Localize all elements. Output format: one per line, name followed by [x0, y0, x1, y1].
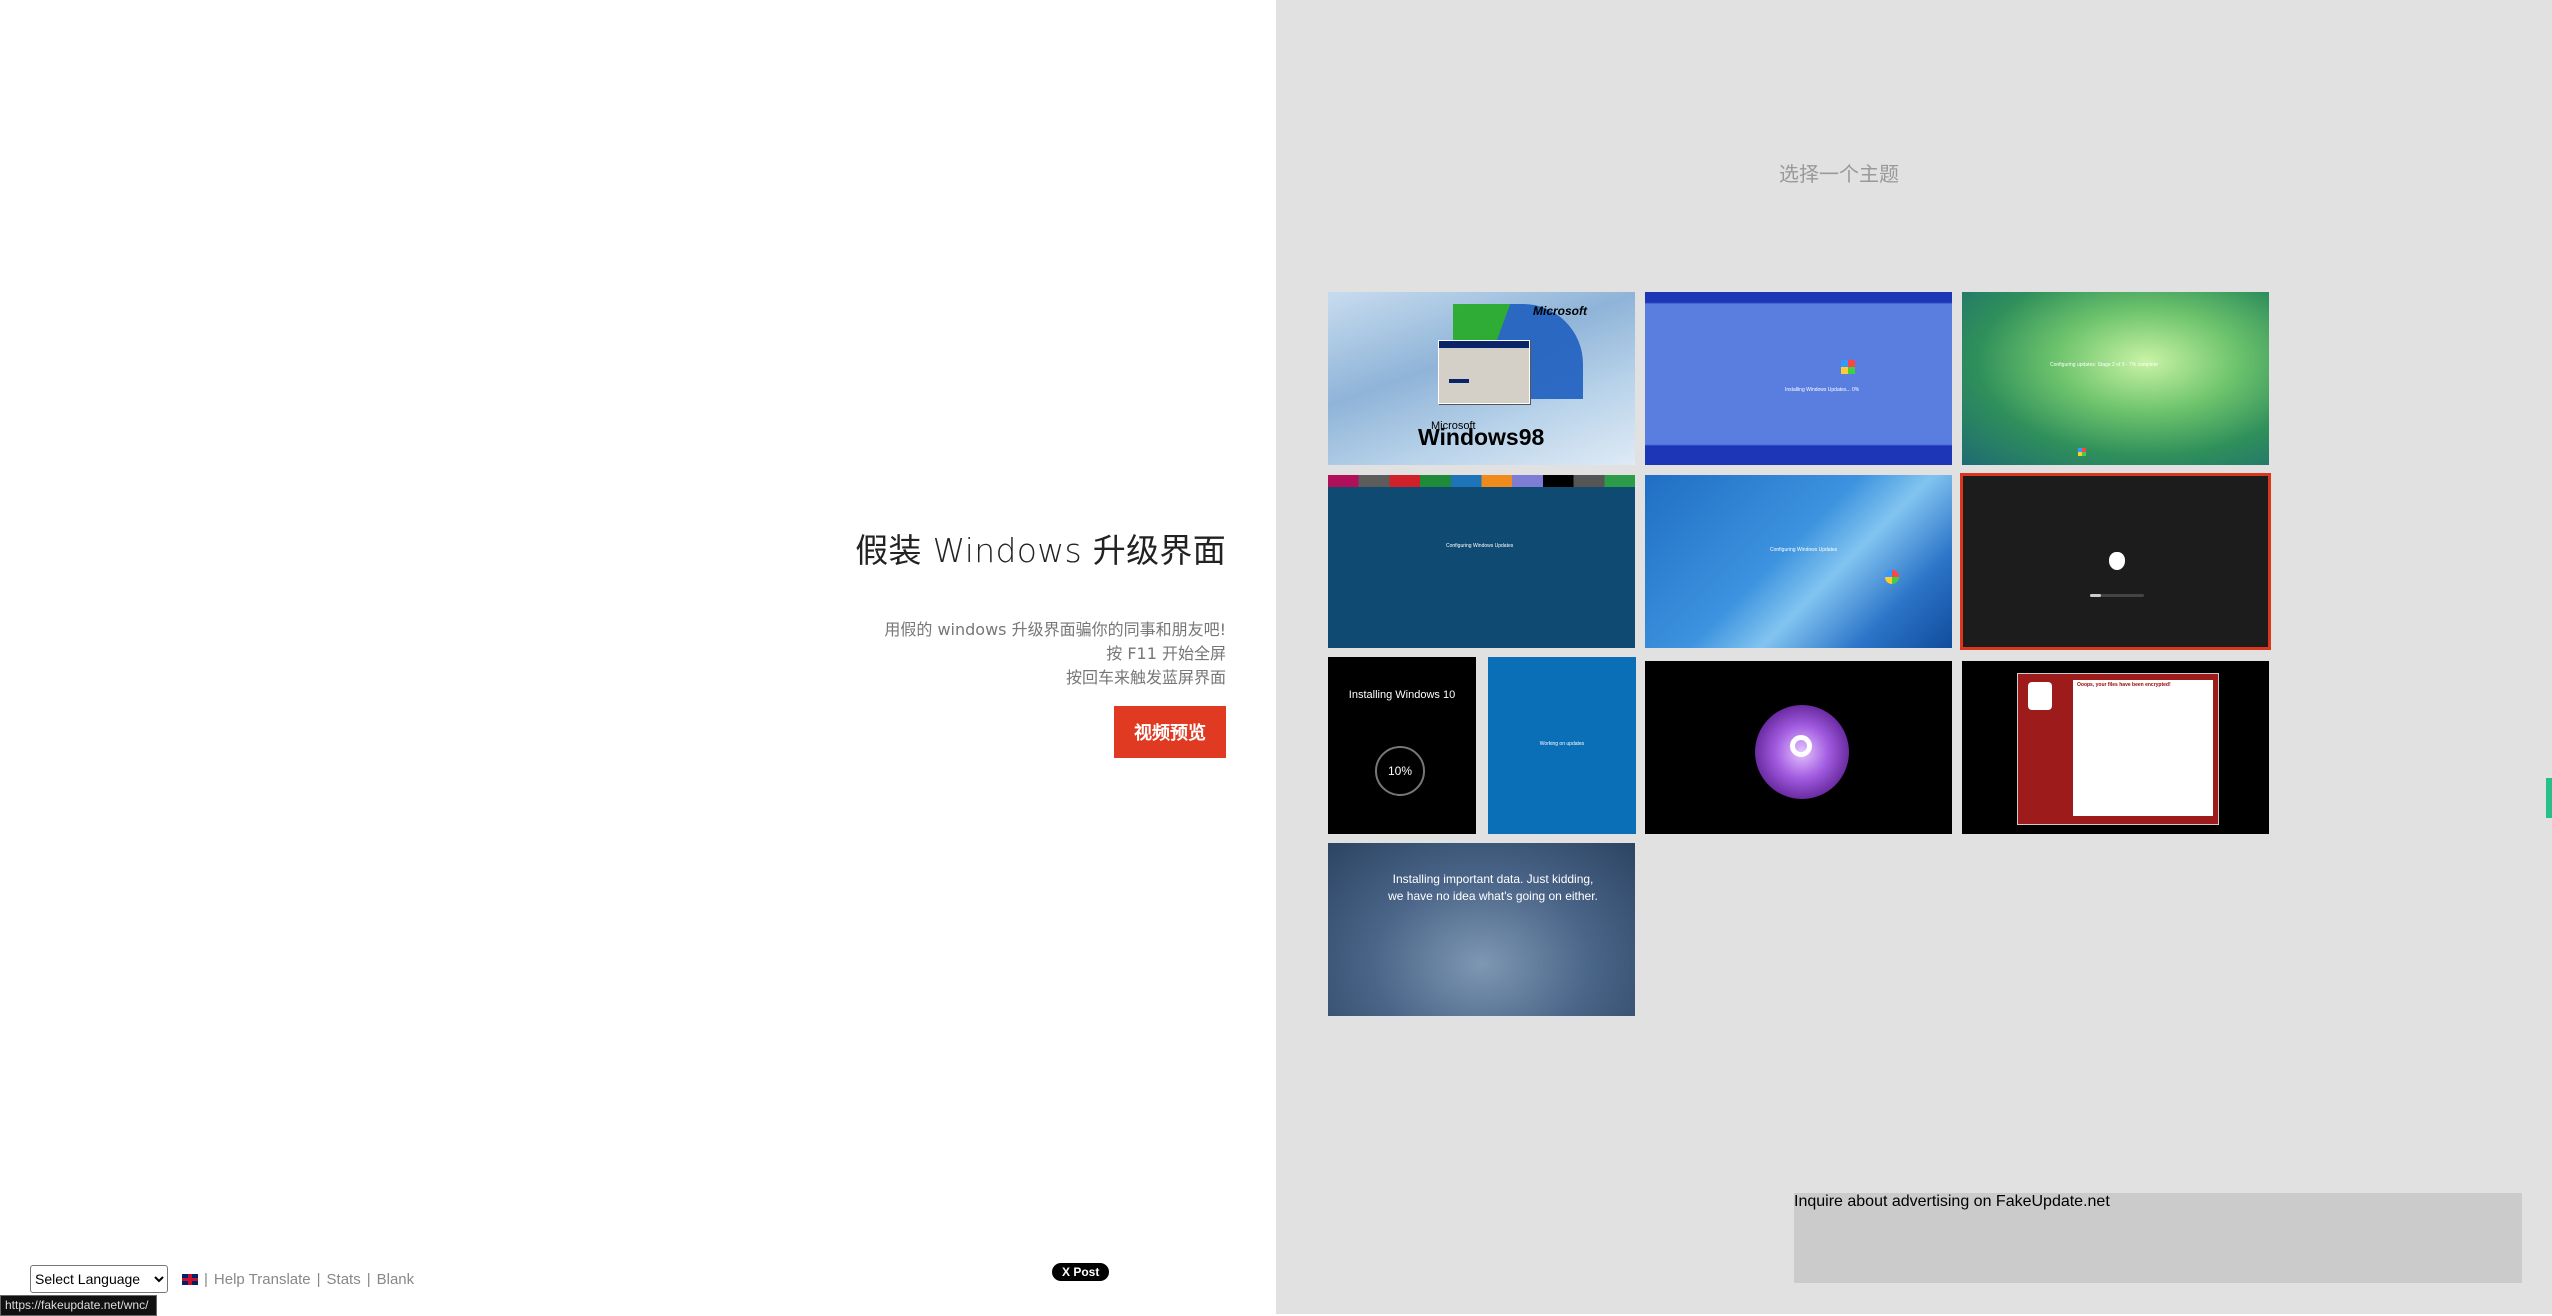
steam-logo-icon [1755, 705, 1849, 799]
scroll-indicator[interactable] [2546, 778, 2552, 818]
xp-logo-icon [1841, 360, 1855, 374]
lock-icon [2028, 682, 2052, 710]
theme-vista[interactable]: Configuring updates: Stage 2 of 3 - 7% c… [1962, 292, 2269, 465]
intro-description: 用假的 windows 升级界面骗你的同事和朋友吧! 按 F11 开始全屏 按回… [586, 618, 1226, 690]
win7-update-text: Configuring Windows Updates [1770, 547, 1838, 553]
theme-win98[interactable]: Microsoft Microsoft Windows98 [1328, 292, 1635, 465]
theme-win10-update[interactable]: Working on updates [1488, 657, 1636, 834]
vista-logo-icon [2078, 448, 2086, 456]
left-panel: 假装 Windows 升级界面 用假的 windows 升级界面骗你的同事和朋友… [0, 0, 1276, 1314]
advertising-box[interactable]: Inquire about advertising on FakeUpdate.… [1794, 1193, 2522, 1283]
uk-flag-icon [182, 1273, 198, 1285]
theme-win8[interactable]: Configuring Windows Updates [1328, 475, 1635, 648]
win10-update-text: Working on updates [1539, 741, 1585, 747]
win7-logo-icon [1885, 570, 1899, 584]
footer-separator: | [316, 1270, 321, 1288]
theme-ransomware[interactable]: Ooops, your files have been encrypted! [1962, 661, 2269, 834]
win98-brand-text: Microsoft [1533, 304, 1587, 318]
win10-install-text: Installing Windows 10 [1348, 689, 1456, 701]
intro-line-2: 按 F11 开始全屏 [1106, 644, 1226, 663]
ransomware-title: Ooops, your files have been encrypted! [2077, 682, 2171, 688]
language-select[interactable]: Select Language [30, 1265, 168, 1293]
intro-line-1: 用假的 windows 升级界面骗你的同事和朋友吧! [884, 620, 1226, 639]
blank-link[interactable]: Blank [377, 1271, 415, 1288]
theme-xp[interactable]: Installing Windows Updates... 0% [1645, 292, 1952, 465]
win10-percent: 10% [1387, 764, 1413, 778]
theme-steam[interactable] [1645, 661, 1952, 834]
vista-update-text: Configuring updates: Stage 2 of 3 - 7% c… [2050, 362, 2158, 368]
theme-win10-install[interactable]: Installing Windows 10 10% [1328, 657, 1476, 834]
advertising-text[interactable]: Inquire about advertising on FakeUpdate.… [1794, 1193, 2110, 1211]
footer: Select Language | Help Translate | Stats… [30, 1265, 414, 1293]
mac-progress-bar [2090, 594, 2144, 597]
intro-line-3: 按回车来触发蓝屏界面 [1065, 668, 1226, 687]
status-bar-url: https://fakeupdate.net/wnc/ [0, 1295, 158, 1316]
win10-progress-ring: 10% [1375, 746, 1425, 796]
right-panel: 选择一个主题 Microsoft Microsoft Windows98 Ins… [1276, 0, 2552, 1314]
intro-section: 假装 Windows 升级界面 用假的 windows 升级界面骗你的同事和朋友… [586, 524, 1226, 758]
theme-joke[interactable]: Installing important data. Just kidding,… [1328, 843, 1635, 1016]
xp-update-text: Installing Windows Updates... 0% [1785, 387, 1860, 393]
win8-color-strip [1328, 475, 1635, 487]
win98-logo-text: Windows98 [1418, 424, 1545, 450]
theme-section-title: 选择一个主题 [1779, 162, 1899, 186]
help-translate-link[interactable]: Help Translate [214, 1271, 311, 1288]
footer-separator: | [204, 1270, 208, 1288]
x-post-button[interactable]: X Post [1052, 1263, 1110, 1281]
win8-update-text: Configuring Windows Updates [1446, 543, 1514, 549]
page-title: 假装 Windows 升级界面 [855, 531, 1226, 570]
theme-win7[interactable]: Configuring Windows Updates [1645, 475, 1952, 648]
joke-text: Installing important data. Just kidding,… [1388, 872, 1598, 903]
win98-dialog [1438, 340, 1530, 404]
stats-link[interactable]: Stats [327, 1271, 361, 1288]
ransomware-window: Ooops, your files have been encrypted! [2017, 673, 2219, 825]
theme-macos[interactable] [1960, 473, 2271, 650]
apple-logo-icon [2109, 552, 2125, 570]
video-preview-button[interactable]: 视频预览 [1114, 706, 1226, 758]
footer-separator: | [366, 1270, 371, 1288]
